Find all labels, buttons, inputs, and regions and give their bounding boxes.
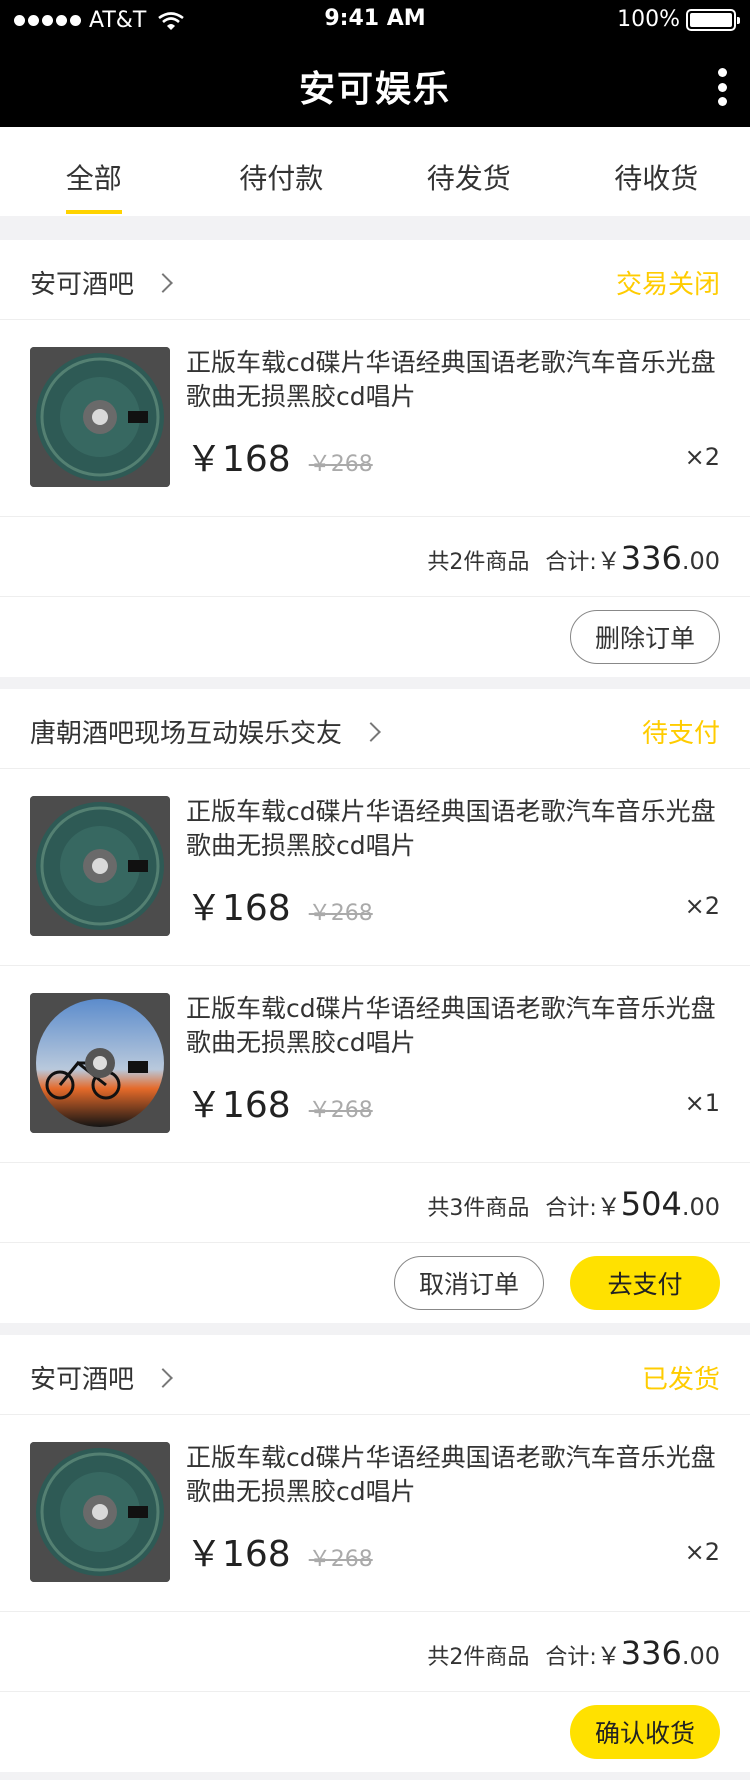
page-title: 安可娱乐 <box>298 69 451 110</box>
cd-thumbnail-icon <box>30 347 170 487</box>
chevron-right-icon <box>361 721 381 742</box>
more-vertical-icon[interactable] <box>716 68 728 106</box>
battery-percent: 100% <box>617 7 680 32</box>
product-quantity: ×2 <box>684 1538 720 1566</box>
order-status: 待支付 <box>641 719 720 749</box>
order-item[interactable]: 正版车载cd碟片华语经典国语老歌汽车音乐光盘歌曲无损黑胶cd唱片 ￥168 ￥26… <box>0 320 750 517</box>
total-currency: ￥ <box>596 1642 621 1670</box>
product-price: ￥168 <box>186 1085 291 1126</box>
battery-icon <box>686 8 740 31</box>
product-name: 正版车载cd碟片华语经典国语老歌汽车音乐光盘歌曲无损黑胶cd唱片 <box>186 348 716 411</box>
cd-thumbnail-icon <box>30 1442 170 1582</box>
original-price: ￥268 <box>308 452 373 477</box>
original-price: ￥268 <box>308 901 373 926</box>
pay-button[interactable]: 去支付 <box>570 1256 720 1310</box>
product-name: 正版车载cd碟片华语经典国语老歌汽车音乐光盘歌曲无损黑胶cd唱片 <box>186 797 716 860</box>
total-decimal: .00 <box>681 547 720 575</box>
order-actions: 确认收货 <box>0 1692 750 1772</box>
order-item[interactable]: 正版车载cd碟片华语经典国语老歌汽车音乐光盘歌曲无损黑胶cd唱片 ￥168 ￥26… <box>0 1415 750 1612</box>
order-status: 交易关闭 <box>615 270 720 300</box>
product-name: 正版车载cd碟片华语经典国语老歌汽车音乐光盘歌曲无损黑胶cd唱片 <box>186 994 716 1057</box>
total-currency: ￥ <box>596 547 621 575</box>
status-bar: AT&T 9:41 AM 100% <box>0 0 750 40</box>
order-summary: 共3件商品 合计: ￥ 504 .00 <box>0 1163 750 1243</box>
order-card: 安可酒吧 已发货 正版车载cd碟片华语经典国语老歌汽车音乐光盘歌曲无损黑胶cd唱… <box>0 1335 750 1772</box>
total-label: 合计: <box>545 1645 597 1670</box>
chevron-right-icon <box>153 272 173 293</box>
tab-pending-payment[interactable]: 待付款 <box>188 127 376 216</box>
cancel-order-button[interactable]: 取消订单 <box>394 1256 544 1310</box>
product-name: 正版车载cd碟片华语经典国语老歌汽车音乐光盘歌曲无损黑胶cd唱片 <box>186 1443 716 1506</box>
confirm-receipt-button[interactable]: 确认收货 <box>570 1705 720 1759</box>
order-actions: 删除订单 <box>0 597 750 677</box>
delete-order-button[interactable]: 删除订单 <box>570 610 720 664</box>
top-bar: AT&T 9:41 AM 100% 安可娱乐 <box>0 0 750 127</box>
product-price: ￥168 <box>186 888 291 929</box>
store-name: 安可酒吧 <box>30 1365 135 1395</box>
original-price: ￥268 <box>308 1098 373 1123</box>
order-tabs: 全部 待付款 待发货 待收货 <box>0 127 750 216</box>
order-actions: 取消订单 去支付 <box>0 1243 750 1323</box>
chevron-right-icon <box>153 1367 173 1388</box>
order-status: 已发货 <box>641 1365 720 1395</box>
total-decimal: .00 <box>681 1193 720 1221</box>
order-summary: 共2件商品 合计: ￥ 336 .00 <box>0 517 750 597</box>
cd-thumbnail-icon <box>30 993 170 1133</box>
order-card: 安可酒吧 交易关闭 正版车载cd碟片华语经典国语老歌汽车音乐光盘歌曲无损黑胶cd… <box>0 240 750 677</box>
store-name: 安可酒吧 <box>30 270 135 300</box>
total-amount: 336 <box>620 539 682 577</box>
order-header[interactable]: 安可酒吧 已发货 <box>0 1335 750 1415</box>
store-name: 唐朝酒吧现场互动娱乐交友 <box>30 719 343 749</box>
order-header[interactable]: 唐朝酒吧现场互动娱乐交友 待支付 <box>0 689 750 769</box>
product-quantity: ×2 <box>684 443 720 471</box>
tab-all[interactable]: 全部 <box>0 127 188 216</box>
product-price: ￥168 <box>186 439 291 480</box>
order-item[interactable]: 正版车载cd碟片华语经典国语老歌汽车音乐光盘歌曲无损黑胶cd唱片 ￥168 ￥26… <box>0 966 750 1163</box>
total-amount: 504 <box>620 1185 682 1223</box>
tab-pending-shipment[interactable]: 待发货 <box>375 127 563 216</box>
item-count: 共2件商品 <box>427 1645 530 1670</box>
total-amount: 336 <box>620 1634 682 1672</box>
total-decimal: .00 <box>681 1642 720 1670</box>
total-label: 合计: <box>545 1196 597 1221</box>
original-price: ￥268 <box>308 1547 373 1572</box>
tab-pending-receipt[interactable]: 待收货 <box>563 127 750 216</box>
product-quantity: ×1 <box>684 1089 720 1117</box>
item-count: 共3件商品 <box>427 1196 530 1221</box>
cd-thumbnail-icon <box>30 796 170 936</box>
item-count: 共2件商品 <box>427 550 530 575</box>
product-quantity: ×2 <box>684 892 720 920</box>
total-currency: ￥ <box>596 1193 621 1221</box>
order-header[interactable]: 安可酒吧 交易关闭 <box>0 240 750 320</box>
product-price: ￥168 <box>186 1534 291 1575</box>
order-summary: 共2件商品 合计: ￥ 336 .00 <box>0 1612 750 1692</box>
status-right: 100% <box>617 7 740 32</box>
order-item[interactable]: 正版车载cd碟片华语经典国语老歌汽车音乐光盘歌曲无损黑胶cd唱片 ￥168 ￥26… <box>0 769 750 966</box>
total-label: 合计: <box>545 550 597 575</box>
order-card: 唐朝酒吧现场互动娱乐交友 待支付 正版车载cd碟片华语经典国语老歌汽车音乐光盘歌… <box>0 689 750 1323</box>
